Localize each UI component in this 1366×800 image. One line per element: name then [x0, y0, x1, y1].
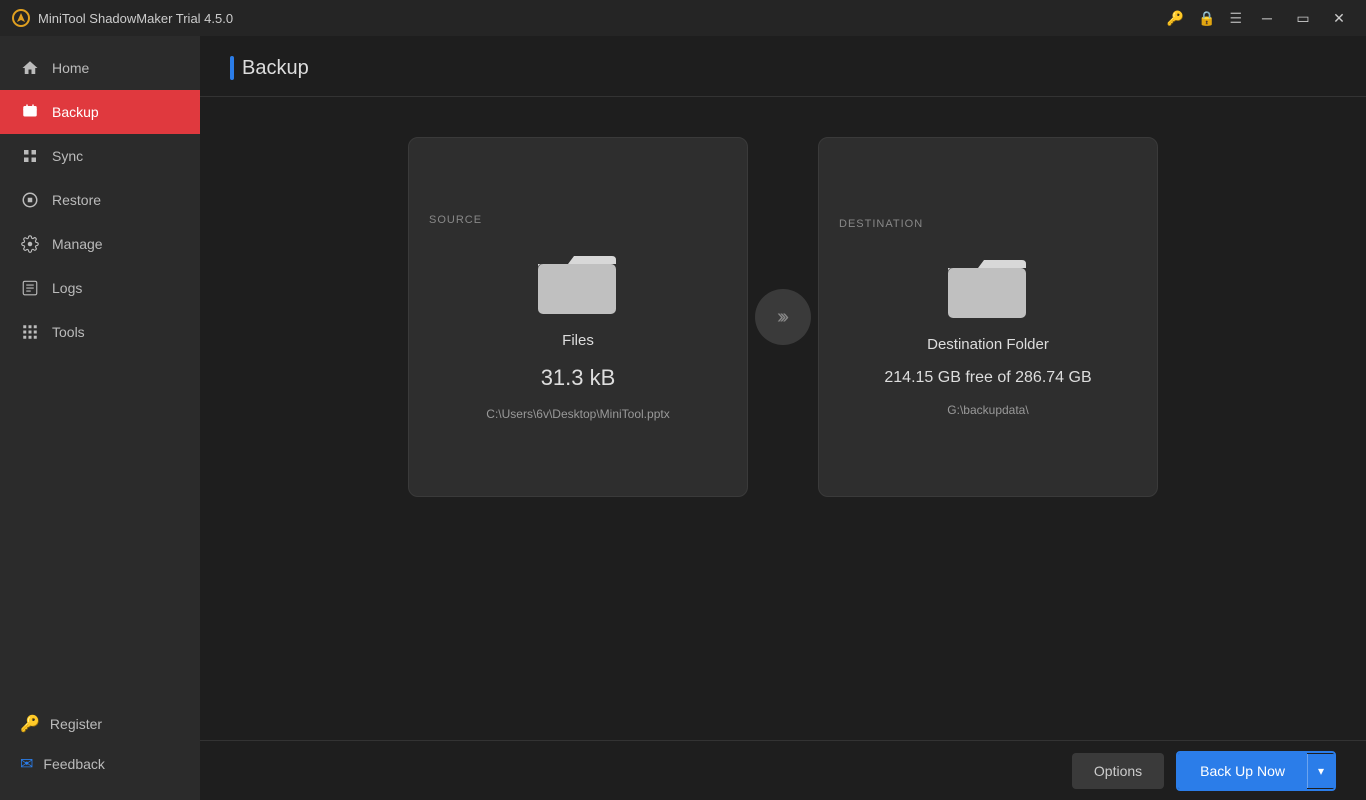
source-card-content: Files 31.3 kB C:\Users\6v\Desktop\MiniTo…	[429, 250, 727, 421]
backup-button-group: Back Up Now ▾	[1176, 751, 1336, 791]
restore-button[interactable]: ▭	[1288, 7, 1318, 29]
sidebar-item-logs[interactable]: Logs	[0, 266, 200, 310]
sidebar-label-home: Home	[52, 60, 89, 76]
sidebar-label-manage: Manage	[52, 236, 103, 252]
destination-card-content: Destination Folder 214.15 GB free of 286…	[839, 254, 1137, 417]
source-card[interactable]: SOURCE Files 31.3 kB C:\Users\6v\Desktop…	[408, 137, 748, 497]
register-item[interactable]: 🔑 Register	[0, 704, 200, 744]
feedback-item[interactable]: ✉ Feedback	[0, 744, 200, 784]
page-title: Backup	[242, 57, 309, 80]
tools-icon	[20, 322, 40, 342]
arrow-connector: ›››	[748, 287, 818, 347]
destination-folder-icon	[948, 254, 1028, 320]
feedback-icon: ✉	[20, 754, 33, 774]
sidebar-item-tools[interactable]: Tools	[0, 310, 200, 354]
close-button[interactable]: ✕	[1324, 7, 1354, 29]
sidebar-item-backup[interactable]: Backup	[0, 90, 200, 134]
options-button[interactable]: Options	[1072, 753, 1164, 789]
title-bar-left: MiniTool ShadowMaker Trial 4.5.0	[12, 9, 233, 27]
sidebar-item-home[interactable]: Home	[0, 46, 200, 90]
source-file-size: 31.3 kB	[541, 365, 616, 391]
title-bar: MiniTool ShadowMaker Trial 4.5.0 🔑 🔒 ☰ ─…	[0, 0, 1366, 36]
manage-icon	[20, 234, 40, 254]
destination-card[interactable]: DESTINATION Destination Folder 214.15 GB…	[818, 137, 1158, 497]
sidebar-label-logs: Logs	[52, 280, 82, 296]
source-folder-icon	[538, 250, 618, 316]
main-layout: Home Backup Sync Restore Manage	[0, 36, 1366, 800]
page-title-bar: Backup	[230, 56, 309, 80]
cards-area: SOURCE Files 31.3 kB C:\Users\6v\Desktop…	[200, 97, 1366, 740]
page-header: Backup	[200, 36, 1366, 97]
sync-icon	[20, 146, 40, 166]
sidebar-item-restore[interactable]: Restore	[0, 178, 200, 222]
sidebar-label-backup: Backup	[52, 104, 99, 120]
page-title-accent	[230, 56, 234, 80]
source-file-name: Files	[562, 332, 594, 349]
sidebar: Home Backup Sync Restore Manage	[0, 36, 200, 800]
app-title: MiniTool ShadowMaker Trial 4.5.0	[38, 11, 233, 26]
destination-card-label: DESTINATION	[839, 218, 923, 230]
destination-path: G:\backupdata\	[947, 403, 1028, 417]
sidebar-label-restore: Restore	[52, 192, 101, 208]
minimize-button[interactable]: ─	[1252, 7, 1282, 29]
restore-icon	[20, 190, 40, 210]
title-bar-controls: 🔑 🔒 ☰ ─ ▭ ✕	[1163, 7, 1354, 29]
sidebar-label-tools: Tools	[52, 324, 85, 340]
bottom-bar: Options Back Up Now ▾	[200, 740, 1366, 800]
backup-now-button[interactable]: Back Up Now	[1178, 753, 1307, 789]
key-icon[interactable]: 🔑	[1163, 8, 1188, 29]
menu-icon[interactable]: ☰	[1225, 8, 1246, 29]
arrow-circle: ›››	[755, 289, 811, 345]
sidebar-item-sync[interactable]: Sync	[0, 134, 200, 178]
content-area: Backup SOURCE Files 31.3 kB C:\Users\	[200, 36, 1366, 800]
app-logo-icon	[12, 9, 30, 27]
register-icon: 🔑	[20, 714, 40, 734]
feedback-label: Feedback	[43, 756, 104, 772]
backup-icon	[20, 102, 40, 122]
register-label: Register	[50, 716, 102, 732]
lock-icon[interactable]: 🔒	[1194, 8, 1219, 29]
sidebar-item-manage[interactable]: Manage	[0, 222, 200, 266]
source-file-path: C:\Users\6v\Desktop\MiniTool.pptx	[486, 407, 669, 421]
sidebar-label-sync: Sync	[52, 148, 83, 164]
destination-folder-name: Destination Folder	[927, 336, 1049, 353]
backup-dropdown-button[interactable]: ▾	[1307, 754, 1334, 788]
logs-icon	[20, 278, 40, 298]
home-icon	[20, 58, 40, 78]
sidebar-bottom: 🔑 Register ✉ Feedback	[0, 704, 200, 800]
source-card-label: SOURCE	[429, 214, 482, 226]
destination-free-space: 214.15 GB free of 286.74 GB	[884, 369, 1091, 387]
